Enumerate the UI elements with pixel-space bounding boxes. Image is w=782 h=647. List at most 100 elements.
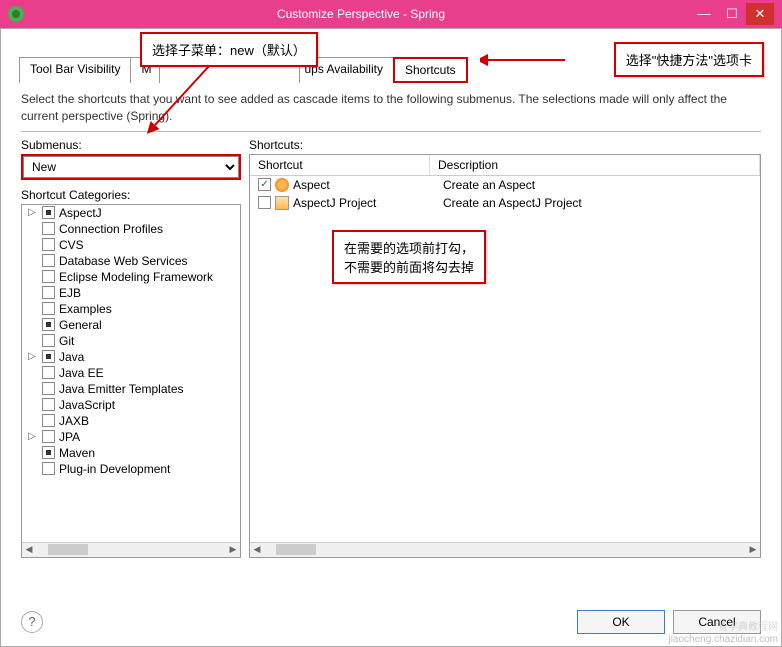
tree-checkbox[interactable]: [42, 318, 55, 331]
submenus-select-wrap: New: [21, 154, 241, 180]
aspect-icon: [275, 178, 289, 192]
help-icon[interactable]: ?: [21, 611, 43, 633]
spring-icon: [8, 6, 24, 22]
tree-item[interactable]: Connection Profiles: [22, 221, 240, 237]
ok-button[interactable]: OK: [577, 610, 665, 634]
tree-item[interactable]: Plug-in Development: [22, 461, 240, 477]
tree-label: Plug-in Development: [59, 462, 170, 476]
tree-checkbox[interactable]: [42, 462, 55, 475]
close-button[interactable]: ✕: [746, 3, 774, 25]
list-header: Shortcut Description: [250, 155, 760, 176]
tree-scrollbar[interactable]: ◀▶: [22, 542, 240, 557]
arrow-to-tab: [480, 50, 570, 70]
divider: [21, 131, 761, 132]
tree-arrow-icon[interactable]: ▷: [26, 207, 38, 218]
titlebar: Customize Perspective - Spring — ☐ ✕: [0, 0, 782, 28]
tree-item[interactable]: CVS: [22, 237, 240, 253]
tree-label: EJB: [59, 286, 81, 300]
tree-item[interactable]: ▷ JPA: [22, 429, 240, 445]
tree-checkbox[interactable]: [42, 206, 55, 219]
tree-item[interactable]: Examples: [22, 301, 240, 317]
tree-label: Java EE: [59, 366, 104, 380]
callout-shortcuts-tab: 选择"快捷方法"选项卡: [614, 42, 764, 77]
shortcuts-list[interactable]: Shortcut Description AspectCreate an Asp…: [249, 154, 761, 558]
row-checkbox[interactable]: [258, 178, 271, 191]
categories-tree[interactable]: ▷ AspectJ Connection Profiles CVS Database W…: [21, 204, 241, 558]
tree-label: JAXB: [59, 414, 89, 428]
tree-checkbox[interactable]: [42, 254, 55, 267]
callout-check-line1: 在需要的选项前打勾，: [344, 238, 474, 257]
scroll-thumb[interactable]: [276, 544, 316, 555]
tree-label: JPA: [59, 430, 80, 444]
header-shortcut[interactable]: Shortcut: [250, 155, 430, 175]
left-column: Submenus: New Shortcut Categories: ▷Aspe…: [21, 138, 241, 558]
shortcuts-label: Shortcuts:: [249, 138, 761, 152]
scroll-left-icon[interactable]: ◀: [22, 544, 36, 555]
callout-submenu: 选择子菜单：new（默认）: [140, 32, 318, 67]
tree-checkbox[interactable]: [42, 414, 55, 427]
list-row[interactable]: AspectCreate an Aspect: [250, 176, 760, 194]
callout-check-line2: 不需要的前面将勾去掉: [344, 257, 474, 276]
scroll-thumb[interactable]: [48, 544, 88, 555]
tree-checkbox[interactable]: [42, 334, 55, 347]
tree-checkbox[interactable]: [42, 430, 55, 443]
watermark-url: jiaocheng.chazidian.com: [668, 634, 778, 645]
row-name: Aspect: [293, 178, 443, 192]
tab-shortcuts[interactable]: Shortcuts: [393, 57, 468, 83]
tree-checkbox[interactable]: [42, 286, 55, 299]
callout-check: 在需要的选项前打勾， 不需要的前面将勾去掉: [332, 230, 486, 284]
tree-item[interactable]: General: [22, 317, 240, 333]
tree-checkbox[interactable]: [42, 366, 55, 379]
tree-item[interactable]: Git: [22, 333, 240, 349]
tree-item[interactable]: Maven: [22, 445, 240, 461]
tree-label: General: [59, 318, 102, 332]
tree-label: Examples: [59, 302, 112, 316]
tree-arrow-icon[interactable]: ▷: [26, 431, 38, 442]
tree-label: Database Web Services: [59, 254, 188, 268]
tree-item[interactable]: JavaScript: [22, 397, 240, 413]
right-column: Shortcuts: Shortcut Description AspectCr…: [249, 138, 761, 558]
tree-item[interactable]: EJB: [22, 285, 240, 301]
tree-item[interactable]: ▷ AspectJ: [22, 205, 240, 221]
tree-checkbox[interactable]: [42, 238, 55, 251]
horizontal-scrollbar[interactable]: ◀ ▶: [250, 542, 760, 557]
list-row[interactable]: AspectJ ProjectCreate an AspectJ Project: [250, 194, 760, 212]
scroll-right-icon[interactable]: ▶: [746, 544, 760, 555]
tab-toolbar-visibility[interactable]: Tool Bar Visibility: [19, 57, 131, 83]
description-text: Select the shortcuts that you want to se…: [21, 91, 761, 125]
row-description: Create an Aspect: [443, 178, 756, 192]
tree-arrow-icon[interactable]: ▷: [26, 351, 38, 362]
row-checkbox[interactable]: [258, 196, 271, 209]
tree-checkbox[interactable]: [42, 302, 55, 315]
tree-checkbox[interactable]: [42, 270, 55, 283]
header-description[interactable]: Description: [430, 155, 760, 175]
tree-item[interactable]: JAXB: [22, 413, 240, 429]
tree-checkbox[interactable]: [42, 350, 55, 363]
window-title: Customize Perspective - Spring: [32, 7, 690, 21]
tree-label: Eclipse Modeling Framework: [59, 270, 213, 284]
tree-label: Git: [59, 334, 74, 348]
scroll-right-icon[interactable]: ▶: [226, 544, 240, 555]
row-name: AspectJ Project: [293, 196, 443, 210]
tree-label: Java: [59, 350, 84, 364]
minimize-button[interactable]: —: [690, 3, 718, 25]
watermark-brand: 查字典教程网: [718, 618, 778, 633]
maximize-button[interactable]: ☐: [718, 3, 746, 25]
tree-checkbox[interactable]: [42, 398, 55, 411]
tree-item[interactable]: ▷ Java: [22, 349, 240, 365]
window-body: Tool Bar Visibility M ups Availability S…: [0, 28, 782, 647]
tree-label: CVS: [59, 238, 84, 252]
tree-item[interactable]: Eclipse Modeling Framework: [22, 269, 240, 285]
tree-item[interactable]: Java EE: [22, 365, 240, 381]
tree-item[interactable]: Database Web Services: [22, 253, 240, 269]
row-description: Create an AspectJ Project: [443, 196, 756, 210]
scroll-left-icon[interactable]: ◀: [250, 544, 264, 555]
tree-label: Connection Profiles: [59, 222, 163, 236]
tree-checkbox[interactable]: [42, 446, 55, 459]
footer: ? OK Cancel: [21, 610, 761, 634]
submenus-select[interactable]: New: [23, 156, 239, 178]
tree-checkbox[interactable]: [42, 222, 55, 235]
tree-checkbox[interactable]: [42, 382, 55, 395]
tree-label: AspectJ: [59, 206, 102, 220]
tree-item[interactable]: Java Emitter Templates: [22, 381, 240, 397]
